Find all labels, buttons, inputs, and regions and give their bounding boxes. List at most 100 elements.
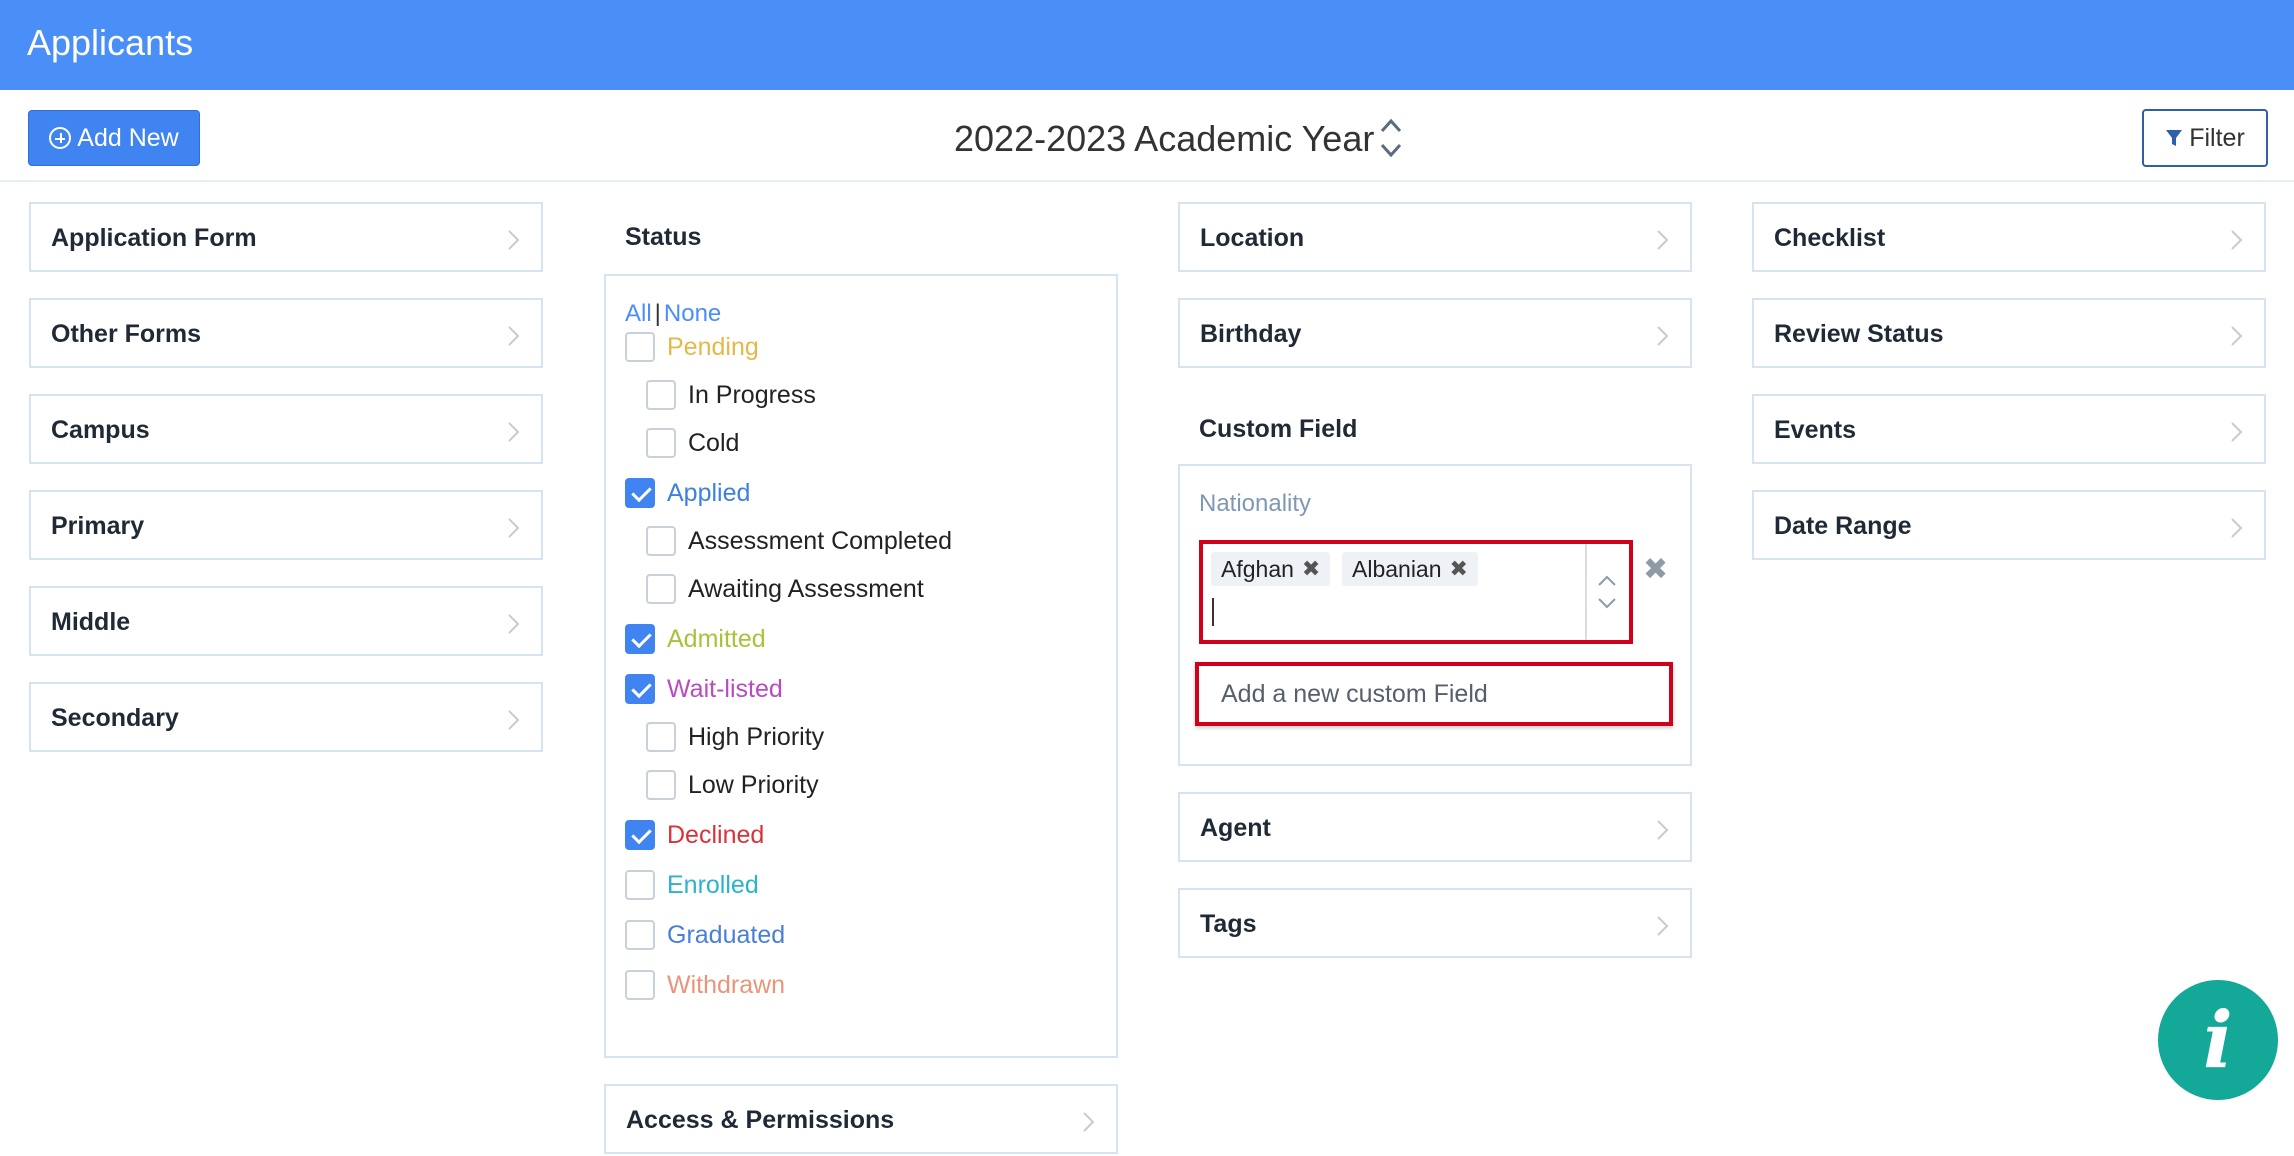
- selected-tag-albanian: Albanian ✖: [1342, 552, 1478, 586]
- chevron-right-icon: [1657, 230, 1669, 250]
- status-option-label: Pending: [667, 332, 759, 361]
- panel-review-status[interactable]: Review Status: [1752, 298, 2266, 368]
- remove-tag-icon[interactable]: ✖: [1302, 556, 1320, 582]
- panel-location[interactable]: Location: [1178, 202, 1692, 272]
- status-option-label: High Priority: [688, 722, 825, 751]
- status-option-pending[interactable]: Pending: [625, 332, 759, 362]
- status-option-withdrawn[interactable]: Withdrawn: [625, 970, 785, 1000]
- chevron-right-icon: [508, 422, 520, 442]
- status-option-label: Applied: [667, 478, 751, 507]
- panel-label: Campus: [51, 416, 150, 444]
- app-header: Applicants: [0, 0, 2294, 90]
- panel-birthday[interactable]: Birthday: [1178, 298, 1692, 368]
- status-option-cold[interactable]: Cold: [646, 428, 739, 458]
- status-option-enrolled[interactable]: Enrolled: [625, 870, 759, 900]
- panel-primary[interactable]: Primary: [29, 490, 543, 560]
- add-custom-field-label: Add a new custom Field: [1221, 680, 1488, 708]
- custom-field-title: Custom Field: [1199, 415, 1358, 443]
- panel-campus[interactable]: Campus: [29, 394, 543, 464]
- clear-custom-field-icon[interactable]: ✖: [1643, 552, 1668, 587]
- status-option-admitted[interactable]: Admitted: [625, 624, 766, 654]
- checkbox[interactable]: [646, 574, 676, 604]
- chevron-right-icon: [1657, 326, 1669, 346]
- status-option-label: Declined: [667, 820, 765, 849]
- checkbox[interactable]: [625, 478, 655, 508]
- filter-button[interactable]: Filter: [2142, 109, 2268, 167]
- panel-other-forms[interactable]: Other Forms: [29, 298, 543, 368]
- tag-label: Afghan: [1221, 555, 1294, 582]
- chevron-right-icon: [2231, 326, 2243, 346]
- checkbox[interactable]: [625, 674, 655, 704]
- checkbox[interactable]: [625, 820, 655, 850]
- status-option-applied[interactable]: Applied: [625, 478, 750, 508]
- checkbox[interactable]: [646, 380, 676, 410]
- checkbox[interactable]: [646, 428, 676, 458]
- academic-year-label: 2022-2023 Academic Year: [954, 118, 1375, 159]
- status-option-label: Admitted: [667, 624, 766, 653]
- checkbox[interactable]: [625, 332, 655, 362]
- panel-application-form[interactable]: Application Form: [29, 202, 543, 272]
- status-option-label: Awaiting Assessment: [688, 574, 924, 603]
- year-sort-toggle-icon[interactable]: [1378, 116, 1404, 160]
- select-divider: [1585, 544, 1587, 640]
- funnel-icon: [2166, 130, 2183, 146]
- checkbox[interactable]: [646, 526, 676, 556]
- status-option-low-priority[interactable]: Low Priority: [646, 770, 819, 800]
- panel-label: Checklist: [1774, 224, 1886, 252]
- status-option-label: Graduated: [667, 920, 786, 949]
- selected-tag-afghan: Afghan ✖: [1211, 552, 1331, 586]
- info-help-button[interactable]: i: [2158, 980, 2278, 1100]
- panel-secondary[interactable]: Secondary: [29, 682, 543, 752]
- add-custom-field-option[interactable]: Add a new custom Field: [1195, 662, 1673, 726]
- remove-tag-icon[interactable]: ✖: [1450, 556, 1468, 582]
- checkbox[interactable]: [625, 624, 655, 654]
- page-title: Applicants: [27, 22, 194, 63]
- chevron-right-icon: [1657, 916, 1669, 936]
- chevron-right-icon: [508, 230, 520, 250]
- chevron-right-icon: [2231, 518, 2243, 538]
- status-option-label: Assessment Completed: [688, 526, 953, 555]
- panel-date-range[interactable]: Date Range: [1752, 490, 2266, 560]
- chevron-right-icon: [1083, 1112, 1095, 1132]
- panel-label: Middle: [51, 608, 131, 636]
- checkbox[interactable]: [625, 970, 655, 1000]
- select-all-link[interactable]: All: [625, 300, 652, 327]
- checkbox[interactable]: [625, 870, 655, 900]
- checkbox[interactable]: [625, 920, 655, 950]
- select-none-link[interactable]: None: [664, 300, 721, 327]
- chevron-right-icon: [508, 326, 520, 346]
- status-title: Status: [625, 223, 702, 251]
- panel-label: Birthday: [1200, 320, 1302, 348]
- status-option-wait-listed[interactable]: Wait-listed: [625, 674, 783, 704]
- status-option-assessment-completed[interactable]: Assessment Completed: [646, 526, 952, 556]
- checkbox[interactable]: [646, 722, 676, 752]
- toolbar: Add New 2022-2023 Academic Year Filter: [0, 90, 2294, 182]
- status-option-label: Enrolled: [667, 870, 759, 899]
- status-option-label: Cold: [688, 428, 740, 457]
- status-option-in-progress[interactable]: In Progress: [646, 380, 816, 410]
- panel-access-permissions[interactable]: Access & Permissions: [604, 1084, 1118, 1154]
- status-option-label: Withdrawn: [667, 970, 786, 999]
- panel-agent[interactable]: Agent: [1178, 792, 1692, 862]
- chevron-right-icon: [508, 710, 520, 730]
- status-option-declined[interactable]: Declined: [625, 820, 764, 850]
- chevron-right-icon: [508, 518, 520, 538]
- add-new-button[interactable]: Add New: [28, 110, 200, 166]
- panel-label: Location: [1200, 224, 1305, 252]
- panel-events[interactable]: Events: [1752, 394, 2266, 464]
- panel-label: Primary: [51, 512, 145, 540]
- panel-label: Other Forms: [51, 320, 202, 348]
- status-option-awaiting-assessment[interactable]: Awaiting Assessment: [646, 574, 924, 604]
- panel-tags[interactable]: Tags: [1178, 888, 1692, 958]
- panel-label: Events: [1774, 416, 1856, 444]
- select-toggle-icon[interactable]: [1596, 572, 1618, 612]
- filter-label: Filter: [2189, 123, 2245, 152]
- status-option-graduated[interactable]: Graduated: [625, 920, 785, 950]
- checkbox[interactable]: [646, 770, 676, 800]
- panel-checklist[interactable]: Checklist: [1752, 202, 2266, 272]
- plus-circle-icon: [49, 127, 72, 149]
- panel-middle[interactable]: Middle: [29, 586, 543, 656]
- chevron-right-icon: [1657, 820, 1669, 840]
- status-option-high-priority[interactable]: High Priority: [646, 722, 824, 752]
- text-cursor: [1212, 598, 1214, 626]
